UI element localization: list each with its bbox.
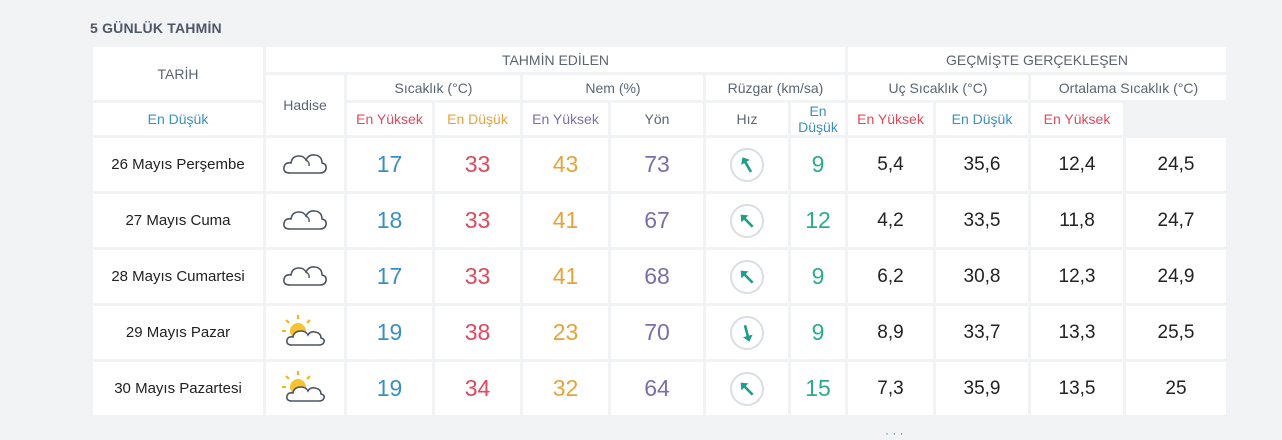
wind-direction-cell — [706, 138, 788, 191]
extreme-min: 5,4 — [848, 138, 933, 191]
wind-direction-icon — [730, 147, 764, 182]
weather-icon-cell — [266, 362, 344, 415]
wind-direction-icon — [730, 259, 764, 294]
forecast-table: TARİH TAHMİN EDİLEN GEÇMİŞTE GERÇEKLEŞEN… — [90, 44, 1229, 418]
temp-min-header: En Düşük — [93, 103, 263, 135]
avg-min: 12,3 — [1031, 250, 1123, 303]
extreme-max: 30,8 — [936, 250, 1028, 303]
forecast-row: 28 Mayıs Cumartesi 17 33 41 68 9 6,2 30,… — [93, 250, 1226, 303]
wind-direction-cell — [706, 250, 788, 303]
weather-icon-cell — [266, 306, 344, 359]
temp-min: 19 — [347, 362, 432, 415]
temp-min: 17 — [347, 250, 432, 303]
temp-min: 17 — [347, 138, 432, 191]
wind-header: Rüzgar (km/sa) — [706, 75, 845, 100]
row-date: 27 Mayıs Cuma — [93, 194, 263, 247]
row-date: 30 Mayıs Pazartesi — [93, 362, 263, 415]
avg-temp-header: Ortalama Sıcaklık (°C) — [1031, 75, 1226, 100]
humidity-min: 43 — [523, 138, 608, 191]
avg-max: 25,5 — [1126, 306, 1226, 359]
row-date: 28 Mayıs Cumartesi — [93, 250, 263, 303]
forecast-row: 26 Mayıs Perşembe 17 33 43 73 9 5,4 35,6… — [93, 138, 1226, 191]
temp-max: 34 — [435, 362, 520, 415]
row-date: 26 Mayıs Perşembe — [93, 138, 263, 191]
extreme-min: 4,2 — [848, 194, 933, 247]
extreme-max: 33,5 — [936, 194, 1028, 247]
avg-max: 24,5 — [1126, 138, 1226, 191]
avg-min-header: En Düşük — [936, 103, 1028, 135]
wind-direction-header: Yön — [611, 103, 703, 135]
extreme-min-header: En Düşük — [791, 103, 845, 135]
forecast-row: 29 Mayıs Pazar 19 38 23 70 9 8,9 33,7 13… — [93, 306, 1226, 359]
wind-speed-header: Hız — [706, 103, 788, 135]
cloudy-icon — [282, 150, 328, 179]
avg-max: 25 — [1126, 362, 1226, 415]
extreme-temp-header: Uç Sıcaklık (°C) — [848, 75, 1028, 100]
past-group-header: GEÇMİŞTE GERÇEKLEŞEN — [848, 47, 1226, 72]
weather-icon-cell — [266, 138, 344, 191]
wind-direction-cell — [706, 194, 788, 247]
section-title: 5 GÜNLÜK TAHMİN — [90, 20, 222, 36]
humidity-max-header: En Yüksek — [523, 103, 608, 135]
humidity-max: 64 — [611, 362, 703, 415]
avg-min: 13,5 — [1031, 362, 1123, 415]
extreme-max-header: En Yüksek — [848, 103, 933, 135]
extreme-max: 35,6 — [936, 138, 1028, 191]
extreme-min: 8,9 — [848, 306, 933, 359]
temp-max: 33 — [435, 194, 520, 247]
extreme-max: 35,9 — [936, 362, 1028, 415]
footer-link-partial[interactable]: · · · — [885, 426, 904, 440]
humidity-min: 41 — [523, 194, 608, 247]
forecast-row: 27 Mayıs Cuma 18 33 41 67 12 4,2 33,5 11… — [93, 194, 1226, 247]
wind-speed: 9 — [791, 138, 845, 191]
wind-direction-cell — [706, 362, 788, 415]
wind-direction-cell — [706, 306, 788, 359]
humidity-min: 41 — [523, 250, 608, 303]
cloudy-icon — [282, 206, 328, 235]
temp-header: Sıcaklık (°C) — [347, 75, 520, 100]
avg-min: 13,3 — [1031, 306, 1123, 359]
wind-speed: 15 — [791, 362, 845, 415]
humidity-max: 68 — [611, 250, 703, 303]
humidity-min-header: En Düşük — [435, 103, 520, 135]
extreme-min: 7,3 — [848, 362, 933, 415]
temp-max: 38 — [435, 306, 520, 359]
humidity-min: 32 — [523, 362, 608, 415]
avg-max: 24,9 — [1126, 250, 1226, 303]
wind-direction-icon — [730, 203, 764, 238]
temp-min: 19 — [347, 306, 432, 359]
humidity-max: 70 — [611, 306, 703, 359]
avg-min: 11,8 — [1031, 194, 1123, 247]
wind-speed: 12 — [791, 194, 845, 247]
partly-sunny-icon — [282, 370, 328, 407]
wind-speed: 9 — [791, 306, 845, 359]
forecast-row: 30 Mayıs Pazartesi 19 34 32 64 15 7,3 35… — [93, 362, 1226, 415]
humidity-header: Nem (%) — [523, 75, 703, 100]
humidity-min: 23 — [523, 306, 608, 359]
temp-max: 33 — [435, 138, 520, 191]
humidity-max: 67 — [611, 194, 703, 247]
extreme-max: 33,7 — [936, 306, 1028, 359]
wind-direction-icon — [730, 315, 764, 350]
humidity-max: 73 — [611, 138, 703, 191]
cloudy-icon — [282, 262, 328, 291]
avg-max: 24,7 — [1126, 194, 1226, 247]
forecast-group-header: TAHMİN EDİLEN — [266, 47, 845, 72]
temp-max: 33 — [435, 250, 520, 303]
row-date: 29 Mayıs Pazar — [93, 306, 263, 359]
avg-max-header: En Yüksek — [1031, 103, 1123, 135]
temp-min: 18 — [347, 194, 432, 247]
weather-icon-cell — [266, 194, 344, 247]
temp-max-header: En Yüksek — [347, 103, 432, 135]
partly-sunny-icon — [282, 314, 328, 351]
avg-min: 12,4 — [1031, 138, 1123, 191]
date-header: TARİH — [93, 47, 263, 100]
wind-direction-icon — [730, 371, 764, 406]
weather-icon-cell — [266, 250, 344, 303]
extreme-min: 6,2 — [848, 250, 933, 303]
wind-speed: 9 — [791, 250, 845, 303]
event-header: Hadise — [266, 75, 344, 135]
